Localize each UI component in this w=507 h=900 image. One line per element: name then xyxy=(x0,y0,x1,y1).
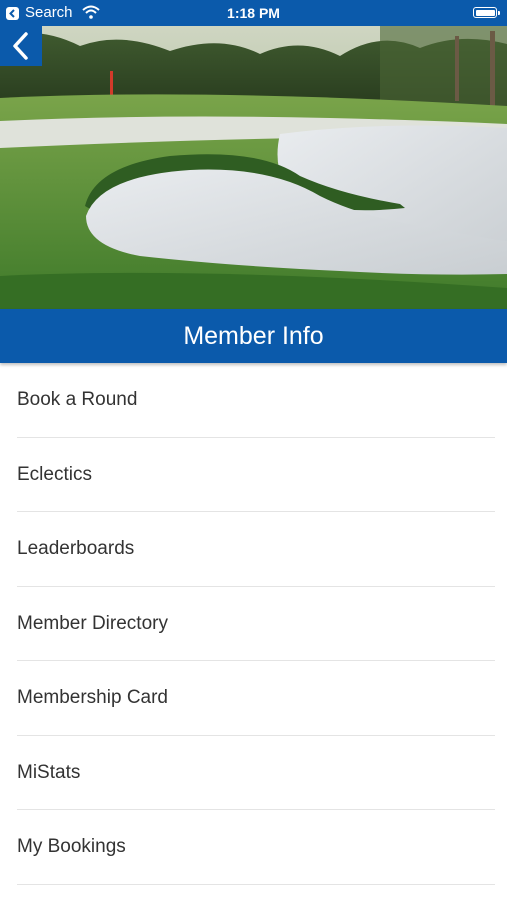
hero-image-golf-bunker xyxy=(0,26,507,309)
menu-item-label: Eclectics xyxy=(17,463,92,485)
menu-item-mistats[interactable]: MiStats xyxy=(0,736,507,811)
back-chevron-icon xyxy=(13,32,28,60)
menu-item-membership-card[interactable]: Membership Card xyxy=(0,661,507,736)
page-title-bar: Member Info xyxy=(0,309,507,363)
menu-item-label: My Bookings xyxy=(17,836,126,857)
menu-item-label: MiStats xyxy=(17,761,81,783)
menu-item-label: Book a Round xyxy=(17,389,138,410)
menu-item-book-a-round[interactable]: Book a Round xyxy=(0,363,507,438)
menu-item-leaderboards[interactable]: Leaderboards xyxy=(0,512,507,587)
menu-item-member-directory[interactable]: Member Directory xyxy=(0,587,507,662)
menu-item-label: Member Directory xyxy=(17,612,168,634)
battery-icon xyxy=(473,7,500,18)
menu-item-label: Leaderboards xyxy=(17,538,135,559)
member-menu-list: Book a Round Eclectics Leaderboards Memb… xyxy=(0,363,507,885)
menu-item-label: Membership Card xyxy=(17,687,168,708)
menu-item-eclectics[interactable]: Eclectics xyxy=(0,438,507,513)
page-title: Member Info xyxy=(183,322,324,350)
back-button[interactable] xyxy=(0,26,42,66)
status-bar: Search 1:18 PM xyxy=(0,0,507,26)
status-time: 1:18 PM xyxy=(227,5,280,21)
menu-item-my-bookings[interactable]: My Bookings xyxy=(0,810,507,885)
